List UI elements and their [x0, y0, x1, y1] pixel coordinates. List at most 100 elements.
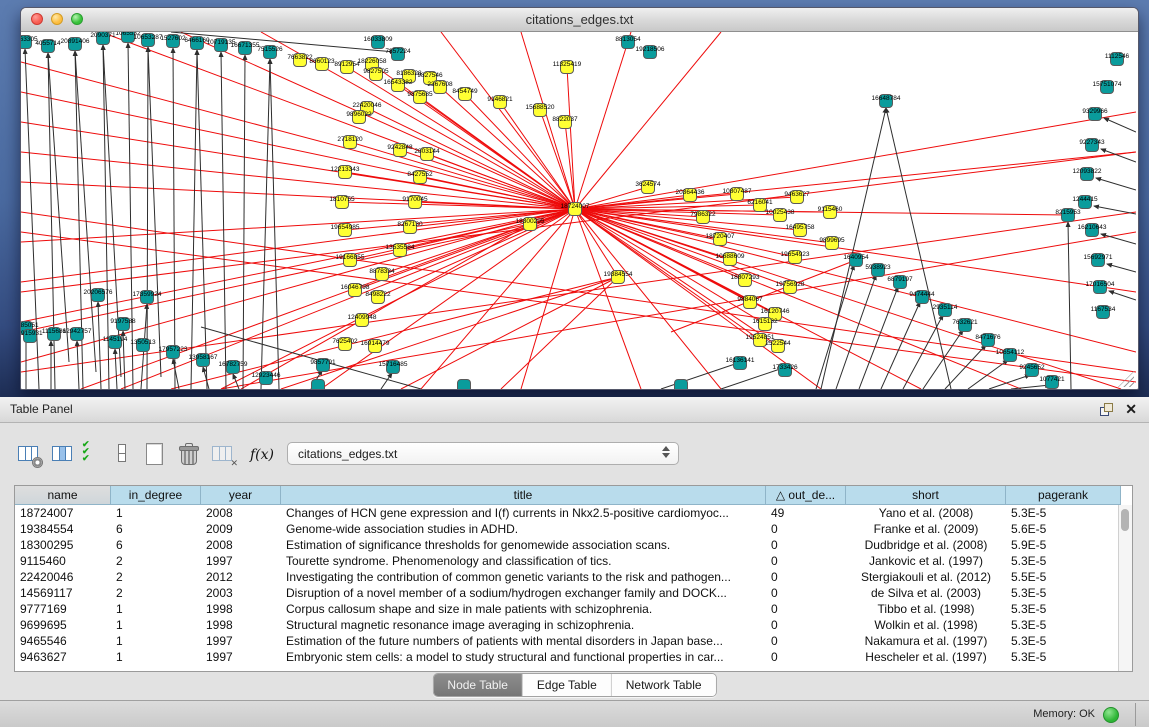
- table-cell[interactable]: 5.3E-5: [1006, 505, 1121, 521]
- table-row[interactable]: 2242004622012Investigating the contribut…: [15, 569, 1121, 585]
- table-cell[interactable]: 5.5E-5: [1006, 569, 1121, 585]
- citation-edge[interactable]: [945, 345, 986, 389]
- new-document-icon[interactable]: [142, 441, 168, 467]
- table-cell[interactable]: Nakamura et al. (1997): [846, 633, 1006, 649]
- table-row[interactable]: 969969511998Structural magnetic resonanc…: [15, 617, 1121, 633]
- table-cell[interactable]: 0: [766, 617, 846, 633]
- citation-edge[interactable]: [1107, 264, 1136, 272]
- table-cell[interactable]: 49: [766, 505, 846, 521]
- table-cell[interactable]: Changes of HCN gene expression and I(f) …: [281, 505, 766, 521]
- close-panel-icon[interactable]: ✕: [1125, 401, 1137, 417]
- citation-edge[interactable]: [575, 209, 1121, 389]
- table-cell[interactable]: Disruption of a novel member of a sodium…: [281, 585, 766, 601]
- table-cell[interactable]: 0: [766, 569, 846, 585]
- citation-edge[interactable]: [575, 32, 631, 209]
- column-header[interactable]: title: [281, 486, 766, 505]
- table-cell[interactable]: 18300295: [15, 537, 111, 553]
- citation-edge[interactable]: [501, 277, 618, 389]
- trash-icon[interactable]: [176, 441, 202, 467]
- table-cell[interactable]: 0: [766, 553, 846, 569]
- citation-edge[interactable]: [101, 32, 575, 209]
- table-cell[interactable]: 2009: [201, 521, 281, 537]
- table-cell[interactable]: 5.3E-5: [1006, 601, 1121, 617]
- table-cell[interactable]: 2012: [201, 569, 281, 585]
- table-cell[interactable]: Dudbridge et al. (2008): [846, 537, 1006, 553]
- table-cell[interactable]: Estimation of significance thresholds fo…: [281, 537, 766, 553]
- table-cell[interactable]: Wolkin et al. (1998): [846, 617, 1006, 633]
- citation-edge[interactable]: [886, 108, 951, 389]
- table-cell[interactable]: 0: [766, 521, 846, 537]
- table-cell[interactable]: Tibbo et al. (1998): [846, 601, 1006, 617]
- citation-edge[interactable]: [381, 373, 392, 389]
- table-cell[interactable]: 2003: [201, 585, 281, 601]
- table-cell[interactable]: Embryonic stem cells: a model to study s…: [281, 649, 766, 665]
- table-cell[interactable]: Genome-wide association studies in ADHD.: [281, 521, 766, 537]
- table-cell[interactable]: 0: [766, 585, 846, 601]
- table-cell[interactable]: 0: [766, 601, 846, 617]
- table-cell[interactable]: Jankovic et al. (1997): [846, 553, 1006, 569]
- table-cell[interactable]: 2: [111, 553, 201, 569]
- table-cell[interactable]: 1997: [201, 553, 281, 569]
- table-cell[interactable]: 1998: [201, 617, 281, 633]
- citation-edge[interactable]: [261, 59, 270, 389]
- citation-edge[interactable]: [1104, 118, 1136, 132]
- tab-network-table[interactable]: Network Table: [612, 674, 716, 696]
- table-cell[interactable]: 19384554: [15, 521, 111, 537]
- citation-edge[interactable]: [350, 142, 575, 209]
- scrollbar-thumb[interactable]: [1121, 509, 1129, 531]
- table-cell[interactable]: 1: [111, 649, 201, 665]
- table-row[interactable]: 1938455462009Genome-wide association stu…: [15, 521, 1121, 537]
- table-cell[interactable]: 18724007: [15, 505, 111, 521]
- table-cell[interactable]: 0: [766, 649, 846, 665]
- table-cell[interactable]: 5.3E-5: [1006, 633, 1121, 649]
- network-canvas[interactable]: 1663305405571420891406209037110655321065…: [21, 32, 1136, 389]
- table-panel-titlebar[interactable]: Table Panel ✕: [0, 397, 1149, 423]
- row-pair-icon[interactable]: [110, 441, 136, 467]
- citation-edge[interactable]: [75, 51, 96, 372]
- table-cell[interactable]: Hescheler et al. (1997): [846, 649, 1006, 665]
- table-row[interactable]: 946554611997Estimation of the future num…: [15, 633, 1121, 649]
- table-cell[interactable]: 9463627: [15, 649, 111, 665]
- table-cell[interactable]: 2008: [201, 537, 281, 553]
- citation-edge[interactable]: [836, 275, 876, 389]
- citation-edge[interactable]: [367, 108, 575, 209]
- table-cell[interactable]: 9699695: [15, 617, 111, 633]
- table-cell[interactable]: Structural magnetic resonance image aver…: [281, 617, 766, 633]
- citation-edge[interactable]: [77, 341, 79, 389]
- citation-edge[interactable]: [721, 368, 783, 389]
- table-row[interactable]: 946362711997Embryonic stem cells: a mode…: [15, 649, 1121, 665]
- table-cell[interactable]: Yano et al. (2008): [846, 505, 1006, 521]
- column-header[interactable]: △ out_de...: [766, 486, 846, 505]
- apply-checks-icon[interactable]: ✔✔✔: [82, 441, 108, 467]
- select-column-icon[interactable]: [50, 441, 76, 467]
- citation-edge[interactable]: [173, 359, 179, 389]
- table-cell[interactable]: 9115460: [15, 553, 111, 569]
- table-cell[interactable]: Tourette syndrome. Phenomenology and cla…: [281, 553, 766, 569]
- table-row[interactable]: 1872400712008Changes of HCN gene express…: [15, 505, 1121, 521]
- table-cell[interactable]: 14569117: [15, 585, 111, 601]
- citation-edge[interactable]: [1096, 178, 1136, 190]
- citation-edge[interactable]: [401, 277, 618, 389]
- table-cell[interactable]: 1998: [201, 601, 281, 617]
- table-cell[interactable]: Franke et al. (2009): [846, 521, 1006, 537]
- graph-node[interactable]: [458, 380, 471, 390]
- citation-edge[interactable]: [128, 43, 133, 389]
- column-header[interactable]: pagerank: [1006, 486, 1121, 505]
- table-cell[interactable]: Estimation of the future numbers of pati…: [281, 633, 766, 649]
- table-row[interactable]: 1830029562008Estimation of significance …: [15, 537, 1121, 553]
- table-cell[interactable]: 1: [111, 633, 201, 649]
- table-cell[interactable]: Stergiakouli et al. (2012): [846, 569, 1006, 585]
- table-cell[interactable]: 2: [111, 569, 201, 585]
- table-cell[interactable]: Corpus callosum shape and size in male p…: [281, 601, 766, 617]
- citation-edge[interactable]: [923, 330, 963, 389]
- column-header[interactable]: year: [201, 486, 281, 505]
- citation-edge[interactable]: [1109, 291, 1136, 300]
- citation-edge[interactable]: [465, 94, 575, 209]
- table-settings-icon[interactable]: [16, 441, 42, 467]
- citation-edge[interactable]: [270, 59, 279, 389]
- table-cell[interactable]: 1: [111, 617, 201, 633]
- table-cell[interactable]: 5.6E-5: [1006, 521, 1121, 537]
- citation-edge[interactable]: [197, 50, 207, 389]
- table-cell[interactable]: de Silva et al. (2003): [846, 585, 1006, 601]
- table-cell[interactable]: 5.9E-5: [1006, 537, 1121, 553]
